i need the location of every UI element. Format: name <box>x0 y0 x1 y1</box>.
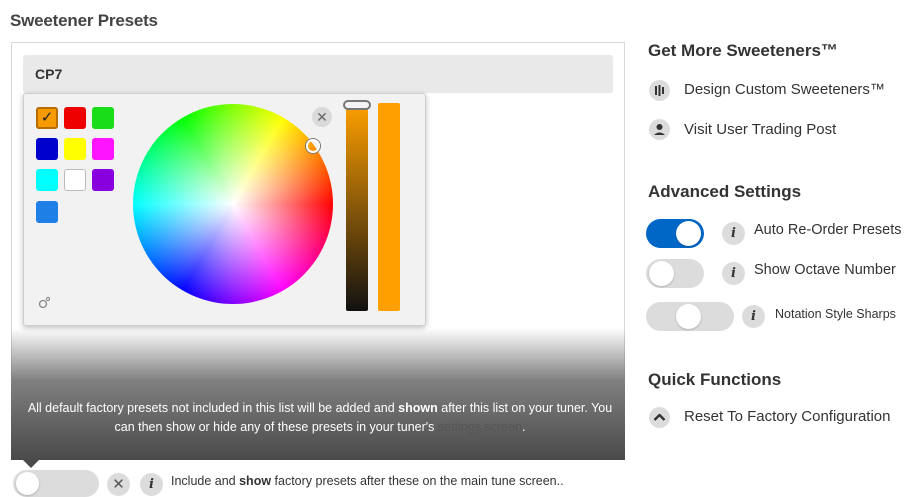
color-preview <box>378 103 400 311</box>
swatch-green[interactable] <box>92 107 114 129</box>
design-custom-link[interactable]: Design Custom Sweeteners™ <box>684 81 885 98</box>
swatch-red[interactable] <box>64 107 86 129</box>
reset-factory-link[interactable]: Reset To Factory Configuration <box>684 408 891 425</box>
remove-icon[interactable]: ✕ <box>107 473 130 496</box>
swatch-light-blue[interactable] <box>36 201 58 223</box>
swatch-blue[interactable] <box>36 138 58 160</box>
include-factory-toggle[interactable] <box>13 470 99 497</box>
notation-sharps-toggle[interactable] <box>646 302 734 331</box>
tooltip-pointer <box>23 460 39 468</box>
chevron-up-icon[interactable] <box>649 407 670 428</box>
color-wheel-handle[interactable] <box>306 139 320 153</box>
get-more-heading: Get More Sweeteners™ <box>648 41 838 60</box>
color-wheel[interactable] <box>133 104 333 304</box>
page-title: Sweetener Presets <box>10 11 158 30</box>
info-icon[interactable]: i <box>140 473 163 496</box>
swatch-magenta[interactable] <box>92 138 114 160</box>
trading-post-link[interactable]: Visit User Trading Post <box>684 121 836 138</box>
quick-functions-heading: Quick Functions <box>648 370 782 389</box>
swatch-orange[interactable]: ✓ <box>36 107 58 129</box>
brightness-slider[interactable] <box>346 103 368 311</box>
bars-icon <box>649 80 670 101</box>
notation-sharps-label: Notation Style Sharps <box>775 307 896 321</box>
octave-number-toggle[interactable] <box>646 259 704 288</box>
preset-row[interactable] <box>23 55 613 93</box>
notice-overlay <box>11 328 625 460</box>
advanced-settings-heading: Advanced Settings <box>648 182 802 201</box>
person-icon <box>649 119 670 140</box>
info-icon[interactable]: i <box>722 262 745 285</box>
notice-text: All default factory presets not included… <box>27 401 613 434</box>
brightness-slider-handle[interactable] <box>343 100 371 110</box>
close-picker-icon[interactable]: ✕ <box>312 107 332 127</box>
auto-reorder-toggle[interactable] <box>646 219 704 248</box>
swatch-cyan[interactable] <box>36 169 58 191</box>
settings-screen-link[interactable]: settings screen <box>438 420 522 434</box>
swatch-yellow[interactable] <box>64 138 86 160</box>
include-factory-label: Include and show factory presets after t… <box>171 474 564 488</box>
swatch-purple[interactable] <box>92 169 114 191</box>
preset-name[interactable]: CP7 <box>35 66 62 82</box>
octave-number-label: Show Octave Number <box>754 262 896 278</box>
check-icon: ✓ <box>40 109 54 126</box>
auto-reorder-label: Auto Re-Order Presets <box>754 222 902 238</box>
swatch-white[interactable] <box>64 169 86 191</box>
info-icon[interactable]: i <box>742 305 765 328</box>
eyedropper-icon[interactable] <box>38 296 51 309</box>
info-icon[interactable]: i <box>722 222 745 245</box>
